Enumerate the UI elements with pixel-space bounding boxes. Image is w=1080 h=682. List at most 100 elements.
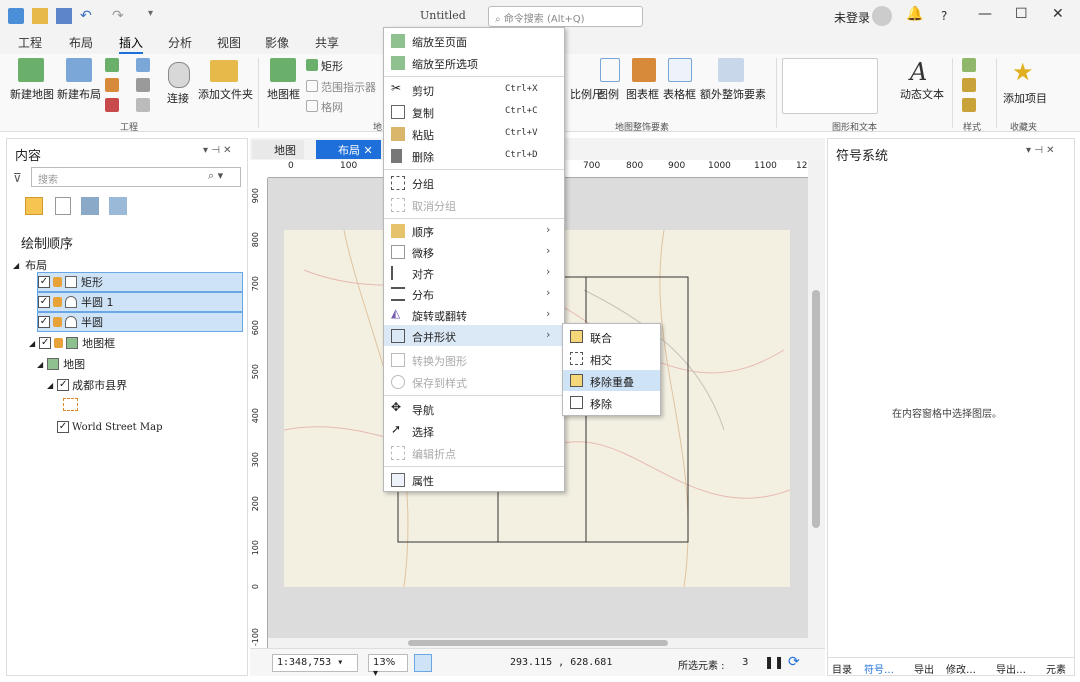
visibility-checkbox[interactable]: ✓ [38,316,50,328]
tab-imagery[interactable]: 影像 [265,34,289,51]
rectangle-button[interactable]: 矩形 [321,58,343,74]
login-status[interactable]: 未登录 [834,9,870,26]
tab-symbology[interactable]: 符号… [864,661,894,676]
table-frame-button[interactable]: 表格框 [663,86,696,102]
add-table-icon[interactable] [136,58,150,72]
menu-copy[interactable]: 复制 Ctrl+C [384,101,564,122]
visibility-checkbox[interactable]: ✓ [38,296,50,308]
avatar[interactable] [872,6,892,26]
tab-view[interactable]: 视图 [217,34,241,51]
tab-project[interactable]: 工程 [18,34,42,51]
extent-indicator-button[interactable]: 范围指示器 [321,79,376,95]
tab-layout-view[interactable]: 布局 ✕ [316,140,381,159]
refresh-icon[interactable]: ⟳ [788,654,800,670]
notification-icon[interactable]: 🔔 [906,6,923,22]
tree-item-map-frame[interactable]: ◢ ✓ 地图框 [29,333,115,353]
vertical-scrollbar[interactable] [808,160,825,648]
new-layout-button[interactable]: 新建布局 [57,86,101,102]
lock-icon[interactable] [53,317,62,327]
customize-icon[interactable]: ▾ [148,8,164,24]
submenu-intersect[interactable]: 相交 [563,348,660,369]
pane-options-icon[interactable]: ▾ ⊣ ✕ [203,145,231,156]
visibility-checkbox[interactable]: ✓ [57,379,70,391]
tree-item-semicircle[interactable]: ✓ 半圆 [37,312,243,332]
chart-frame-button[interactable]: 图表框 [626,86,659,102]
menu-select[interactable]: ➚ 选择 [384,420,564,441]
menu-paste[interactable]: 粘贴 Ctrl+V [384,123,564,144]
menu-cut[interactable]: ✂ 剪切 Ctrl+X [384,79,564,100]
menu-zoom-to-selected[interactable]: 缩放至所选项 [384,52,564,73]
pane-options-icon[interactable]: ▾ ⊣ ✕ [1026,145,1054,156]
help-button[interactable]: ? [941,9,947,23]
scrollbar-thumb[interactable] [812,290,820,528]
close-button[interactable]: ✕ [1052,6,1064,22]
polygon-symbol-swatch[interactable] [63,398,78,411]
maximize-button[interactable]: ☐ [1015,6,1028,22]
tab-modify[interactable]: 修改… [946,661,976,676]
undo-icon[interactable]: ↶ [80,8,96,24]
tab-export[interactable]: 导出 [914,661,934,676]
extra-surround-button[interactable]: 额外整饰要素 [700,86,766,102]
filter-icon[interactable]: ⊽ [13,171,22,185]
tree-item-rectangle[interactable]: ✓ 矩形 [37,272,243,292]
tab-share[interactable]: 共享 [315,34,339,51]
menu-rotate-flip[interactable]: ◭ 旋转或翻转 › [384,304,564,325]
lock-icon[interactable] [54,338,64,348]
grid-button[interactable]: 格网 [321,99,343,115]
new-map-button[interactable]: 新建地图 [10,86,54,102]
tab-analysis[interactable]: 分析 [168,34,192,51]
dynamic-text-button[interactable]: 动态文本 [900,86,944,102]
tree-item-chengdu-boundary[interactable]: ◢ ✓ 成都市县界 [47,375,127,395]
menu-align[interactable]: 对齐 › [384,262,564,283]
tree-item-semicircle-1[interactable]: ✓ 半圆 1 [37,292,243,312]
legend-button[interactable]: 图例 [597,86,619,102]
style-icon[interactable] [962,78,976,92]
add-folder-button[interactable]: 添加文件夹 [198,86,253,102]
close-tab-icon[interactable]: ✕ [364,144,373,157]
scale-select[interactable]: 1:348,753 ▾ [272,654,358,672]
add-report-icon[interactable] [136,78,150,92]
submenu-union[interactable]: 联合 [563,326,660,347]
tree-item-world-street-map[interactable]: ✓ World Street Map [57,417,162,437]
pause-icon[interactable]: ❚❚ [764,655,784,669]
tab-map-view[interactable]: 地图 [252,140,304,159]
submenu-remove-overlap[interactable]: 移除重叠 [563,370,660,391]
list-by-editing-icon[interactable] [109,197,127,215]
menu-nudge[interactable]: 微移 › [384,241,564,262]
redo-icon[interactable]: ↷ [112,8,128,24]
save-icon[interactable] [56,8,72,24]
menu-group[interactable]: 分组 [384,172,564,193]
tab-insert[interactable]: 插入 [119,34,144,54]
menu-distribute[interactable]: 分布 › [384,283,564,304]
toolbox-icon[interactable] [105,98,119,112]
menu-order[interactable]: 顺序 › [384,220,564,241]
menu-navigate[interactable]: ✥ 导航 [384,398,564,419]
add-map-icon[interactable] [105,58,119,72]
open-icon[interactable] [32,8,48,24]
submenu-remove[interactable]: 移除 [563,392,660,413]
scrollbar-thumb[interactable] [408,640,668,646]
tree-item-map[interactable]: ◢ 地图 [37,354,85,374]
style-icon[interactable] [962,98,976,112]
menu-delete[interactable]: 删除 Ctrl+D [384,145,564,166]
graphics-gallery[interactable] [782,58,878,114]
visibility-checkbox[interactable]: ✓ [57,421,69,433]
tab-element[interactable]: 元素 [1046,661,1066,676]
lock-icon[interactable] [53,297,62,307]
list-by-selection-icon[interactable] [81,197,99,215]
list-by-source-icon[interactable] [55,197,71,215]
add-item-button[interactable]: 添加项目 [1003,90,1047,106]
visibility-checkbox[interactable]: ✓ [38,276,50,288]
add-data-icon[interactable] [105,78,119,92]
horizontal-scrollbar[interactable] [268,638,808,648]
tab-layout[interactable]: 布局 [69,34,93,51]
map-frame-button[interactable]: 地图框 [267,86,300,102]
fixed-zoom-icon[interactable] [414,654,432,672]
add-item-small-icon[interactable] [136,98,150,112]
list-by-drawing-order-icon[interactable] [25,197,43,215]
command-search-input[interactable]: ⌕ 命令搜索 (Alt+Q) [488,6,643,27]
zoom-select[interactable]: 13% ▾ [368,654,408,679]
menu-zoom-to-page[interactable]: 缩放至页面 [384,30,564,51]
tab-catalog[interactable]: 目录 [832,661,852,676]
menu-merge-shapes[interactable]: 合并形状 › [384,325,564,346]
